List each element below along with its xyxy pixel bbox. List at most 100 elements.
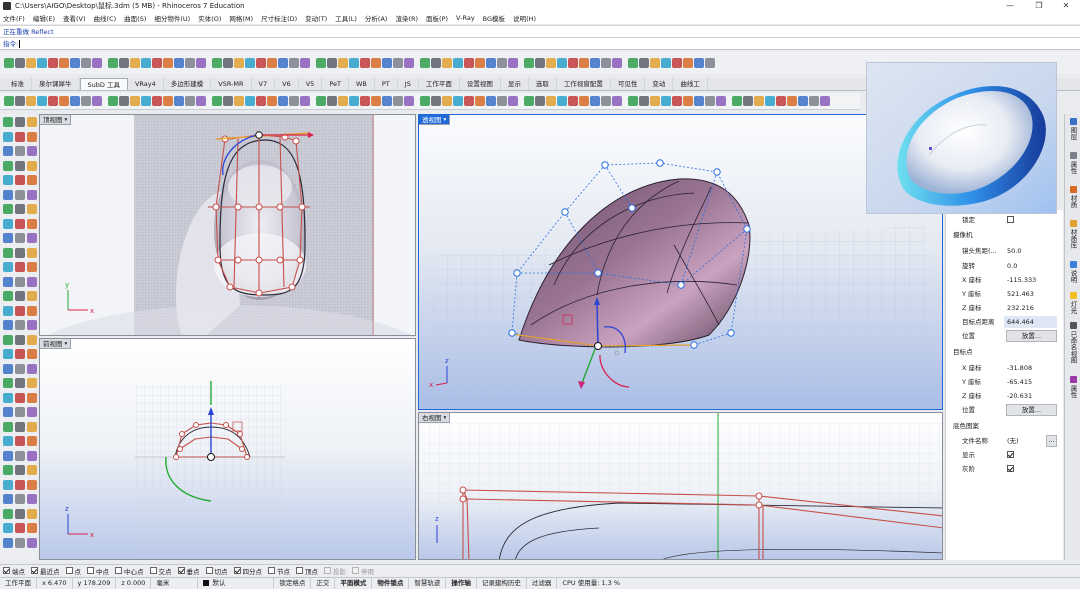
palette-tool-icon[interactable] <box>27 204 37 214</box>
palette-tool-icon[interactable] <box>27 407 37 417</box>
subd-tool-icon[interactable] <box>81 96 91 106</box>
palette-tool-icon[interactable] <box>15 523 25 533</box>
palette-tool-icon[interactable] <box>27 189 37 200</box>
standard-tool-icon[interactable] <box>650 58 660 68</box>
subd-tool-icon[interactable] <box>92 96 102 106</box>
tab-display-properties[interactable]: 属性 <box>1066 374 1080 398</box>
standard-tool-icon[interactable] <box>174 58 184 68</box>
palette-tool-icon[interactable] <box>27 117 37 127</box>
tab-v7[interactable]: V7 <box>252 78 276 90</box>
tab-polygon-modeling[interactable]: 多边形建模 <box>164 78 212 90</box>
subd-tool-icon[interactable] <box>349 96 359 106</box>
standard-tool-icon[interactable] <box>535 58 545 68</box>
standard-tool-icon[interactable] <box>267 58 277 68</box>
palette-tool-icon[interactable] <box>27 334 37 345</box>
palette-tool-icon[interactable] <box>15 494 25 504</box>
subd-tool-icon[interactable] <box>672 96 682 106</box>
menu-transform[interactable]: 变动(T) <box>305 13 327 23</box>
standard-tool-icon[interactable] <box>278 58 288 68</box>
standard-tool-icon[interactable] <box>590 58 600 68</box>
palette-tool-icon[interactable] <box>3 334 13 345</box>
osnap-tan[interactable]: 切点 <box>205 566 228 576</box>
tab-js[interactable]: JS <box>398 78 419 90</box>
minimize-button[interactable]: — <box>996 0 1024 12</box>
menu-subd[interactable]: 细分物件(U) <box>154 13 190 23</box>
palette-tool-icon[interactable] <box>3 175 13 185</box>
standard-tool-icon[interactable] <box>475 58 485 68</box>
subd-tool-icon[interactable] <box>234 96 244 106</box>
tab-visibility[interactable]: 可见性 <box>611 78 646 90</box>
osnap-tan-checkbox[interactable] <box>205 567 213 574</box>
browse-button[interactable]: ... <box>1046 435 1057 447</box>
palette-tool-icon[interactable] <box>15 407 25 417</box>
camera-y-value[interactable]: 521.463 <box>1007 287 1034 301</box>
tab-display[interactable]: 显示 <box>501 78 529 90</box>
standard-tool-icon[interactable] <box>338 58 348 68</box>
grayscale-checkbox[interactable] <box>1007 465 1014 472</box>
palette-tool-icon[interactable] <box>15 146 25 156</box>
osnap-point[interactable]: 点 <box>65 566 81 576</box>
palette-tool-icon[interactable] <box>3 262 13 272</box>
palette-tool-icon[interactable] <box>27 146 37 156</box>
palette-tool-icon[interactable] <box>3 450 13 461</box>
palette-tool-icon[interactable] <box>15 378 25 388</box>
tab-materials[interactable]: 材质 <box>1066 184 1080 208</box>
palette-tool-icon[interactable] <box>27 378 37 388</box>
subd-tool-icon[interactable] <box>327 96 337 106</box>
standard-tool-icon[interactable] <box>59 58 69 68</box>
menu-vray[interactable]: V-Ray <box>456 14 475 22</box>
standard-tool-icon[interactable] <box>524 58 534 68</box>
standard-tool-icon[interactable] <box>300 58 310 68</box>
subd-tool-icon[interactable] <box>765 96 775 106</box>
standard-tool-icon[interactable] <box>327 58 337 68</box>
standard-tool-icon[interactable] <box>404 58 414 68</box>
status-osnap[interactable]: 物件锁点 <box>372 577 410 589</box>
camera-place-button[interactable]: 放置... <box>1006 330 1057 342</box>
osnap-end[interactable]: 端点 <box>3 566 25 576</box>
standard-tool-icon[interactable] <box>371 58 381 68</box>
palette-tool-icon[interactable] <box>27 436 37 446</box>
menu-dimension[interactable]: 尺寸标注(D) <box>261 13 297 23</box>
status-ortho[interactable]: 正交 <box>311 577 336 589</box>
osnap-knot-checkbox[interactable] <box>268 567 275 574</box>
tab-select[interactable]: 选取 <box>529 78 557 90</box>
palette-tool-icon[interactable] <box>3 247 13 258</box>
menu-analyze[interactable]: 分析(A) <box>365 13 388 23</box>
palette-tool-icon[interactable] <box>15 392 25 403</box>
subd-tool-icon[interactable] <box>694 96 704 106</box>
camera-x-value[interactable]: -115.333 <box>1007 273 1036 287</box>
status-gumball[interactable]: 操作轴 <box>446 577 477 589</box>
palette-tool-icon[interactable] <box>15 349 25 359</box>
palette-tool-icon[interactable] <box>3 204 13 214</box>
palette-tool-icon[interactable] <box>15 334 25 345</box>
standard-tool-icon[interactable] <box>349 58 359 68</box>
standard-tool-icon[interactable] <box>196 58 206 68</box>
tab-properties[interactable]: 属性 <box>1066 150 1080 174</box>
palette-tool-icon[interactable] <box>15 175 25 185</box>
subd-tool-icon[interactable] <box>557 96 567 106</box>
palette-tool-icon[interactable] <box>3 436 13 446</box>
palette-tool-icon[interactable] <box>15 305 25 316</box>
tab-help[interactable]: 说明 <box>1066 259 1080 283</box>
status-history[interactable]: 记录建构历史 <box>477 577 527 589</box>
palette-tool-icon[interactable] <box>3 291 13 301</box>
show-checkbox[interactable] <box>1007 451 1014 458</box>
standard-tool-icon[interactable] <box>557 58 567 68</box>
osnap-near[interactable]: 最近点 <box>31 566 60 576</box>
palette-tool-icon[interactable] <box>3 392 13 403</box>
subd-tool-icon[interactable] <box>15 96 25 106</box>
palette-tool-icon[interactable] <box>3 117 13 127</box>
status-cplane[interactable]: 工作平面 <box>0 577 37 589</box>
tab-course[interactable]: 泉尔课犀牛 <box>32 78 80 90</box>
standard-tool-icon[interactable] <box>212 58 222 68</box>
subd-tool-icon[interactable] <box>535 96 545 106</box>
palette-tool-icon[interactable] <box>15 247 25 258</box>
subd-tool-icon[interactable] <box>546 96 556 106</box>
target-distance-value[interactable]: 644.464 <box>1007 315 1034 329</box>
standard-tool-icon[interactable] <box>234 58 244 68</box>
standard-tool-icon[interactable] <box>185 58 195 68</box>
standard-tool-icon[interactable] <box>26 58 36 68</box>
subd-tool-icon[interactable] <box>130 96 140 106</box>
palette-tool-icon[interactable] <box>15 160 25 171</box>
standard-tool-icon[interactable] <box>694 58 704 68</box>
